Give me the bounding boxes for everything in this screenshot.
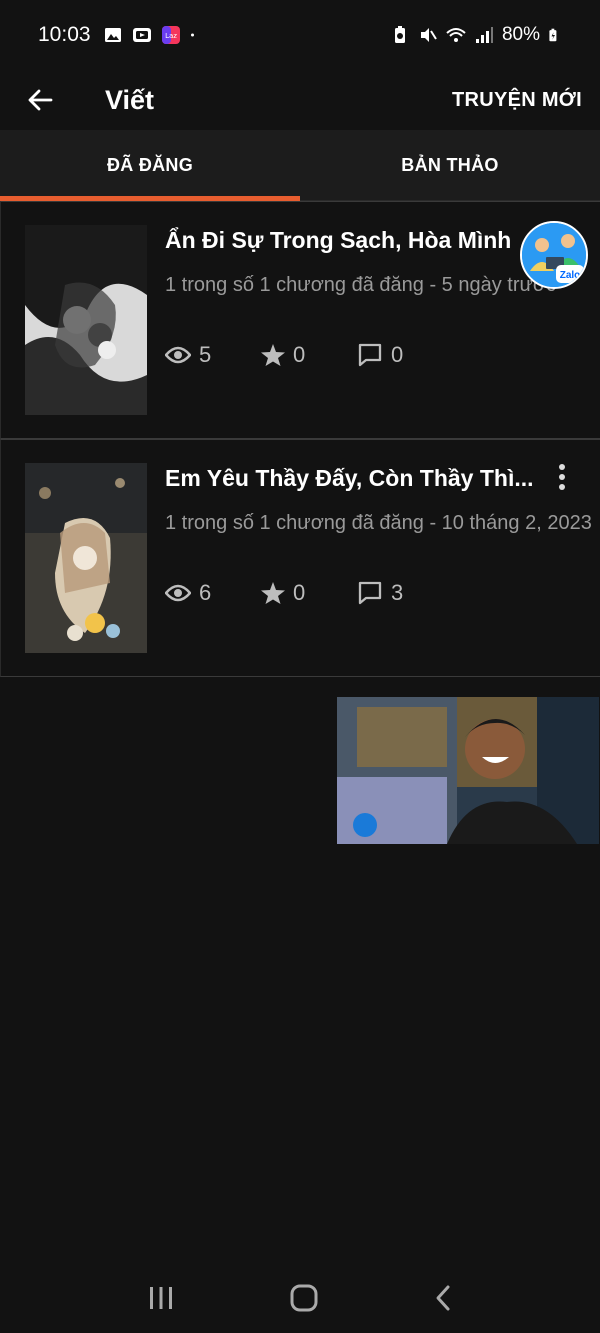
battery-saver-icon [394, 26, 405, 43]
story-cover [25, 463, 147, 653]
notification-icons: Laz [103, 25, 200, 45]
signal-icon [475, 27, 493, 43]
lazada-notification-icon: Laz [161, 26, 180, 44]
back-button[interactable] [0, 70, 80, 130]
eye-icon [165, 346, 191, 364]
views-stat: 5 [165, 342, 261, 368]
more-vertical-icon [559, 464, 565, 470]
tab-bar: ĐÃ ĐĂNG BẢN THẢO [0, 130, 600, 201]
star-icon [261, 344, 285, 366]
status-time: 10:03 [38, 23, 91, 46]
story-title: Ẩn Đi Sự Trong Sạch, Hòa Mình [165, 227, 512, 253]
zalo-label: Zalo [560, 270, 581, 281]
story-item[interactable]: Em Yêu Thầy Đấy, Còn Thầy Thì... 1 trong… [0, 439, 600, 677]
story-cover [25, 225, 147, 415]
status-bar: 10:03 Laz 80% [0, 0, 600, 70]
system-navigation-bar [0, 1263, 600, 1333]
comments-count: 3 [391, 580, 404, 605]
gallery-notification-icon [104, 28, 121, 42]
dot-icon [190, 33, 194, 37]
battery-icon [549, 28, 557, 42]
new-story-button[interactable]: TRUYỆN MỚI [452, 89, 582, 112]
app-bar: Viết TRUYỆN MỚI [0, 70, 600, 130]
back-nav-icon[interactable] [433, 1284, 453, 1312]
recent-apps-icon[interactable] [147, 1285, 175, 1311]
views-count: 5 [199, 342, 212, 367]
floating-video[interactable] [337, 697, 599, 844]
more-options-button[interactable] [550, 462, 574, 492]
tab-drafts[interactable]: BẢN THẢO [300, 130, 600, 200]
zalo-icon: Zalo [522, 223, 586, 287]
mute-icon [420, 28, 437, 42]
eye-icon [165, 584, 191, 602]
video-notification-icon [132, 28, 151, 42]
votes-count: 0 [293, 342, 306, 367]
views-count: 6 [199, 580, 212, 605]
story-meta: 1 trong số 1 chương đã đăng - 10 tháng 2… [165, 512, 592, 534]
views-stat: 6 [165, 580, 261, 606]
comments-stat: 3 [357, 580, 453, 606]
votes-stat: 0 [261, 342, 357, 368]
story-stats: 5 0 0 [165, 342, 453, 368]
comment-icon [358, 581, 382, 605]
comments-stat: 0 [357, 342, 453, 368]
tab-published[interactable]: ĐÃ ĐĂNG [0, 130, 300, 201]
svg-text:Laz: Laz [165, 32, 177, 40]
home-icon[interactable] [290, 1284, 318, 1312]
comment-icon [358, 343, 382, 367]
story-stats: 6 0 3 [165, 580, 453, 606]
arrow-left-icon [28, 89, 53, 111]
zalo-chat-bubble[interactable]: Zalo [520, 221, 588, 289]
story-item[interactable]: Ẩn Đi Sự Trong Sạch, Hòa Mình 1 trong số… [0, 201, 600, 439]
star-icon [261, 582, 285, 604]
wifi-icon [446, 28, 466, 42]
votes-stat: 0 [261, 580, 357, 606]
comments-count: 0 [391, 342, 404, 367]
battery-percent: 80% [501, 24, 540, 45]
votes-count: 0 [293, 580, 306, 605]
story-title: Em Yêu Thầy Đấy, Còn Thầy Thì... [165, 465, 534, 491]
page-title: Viết [105, 84, 155, 115]
system-status: 80% [390, 24, 562, 46]
